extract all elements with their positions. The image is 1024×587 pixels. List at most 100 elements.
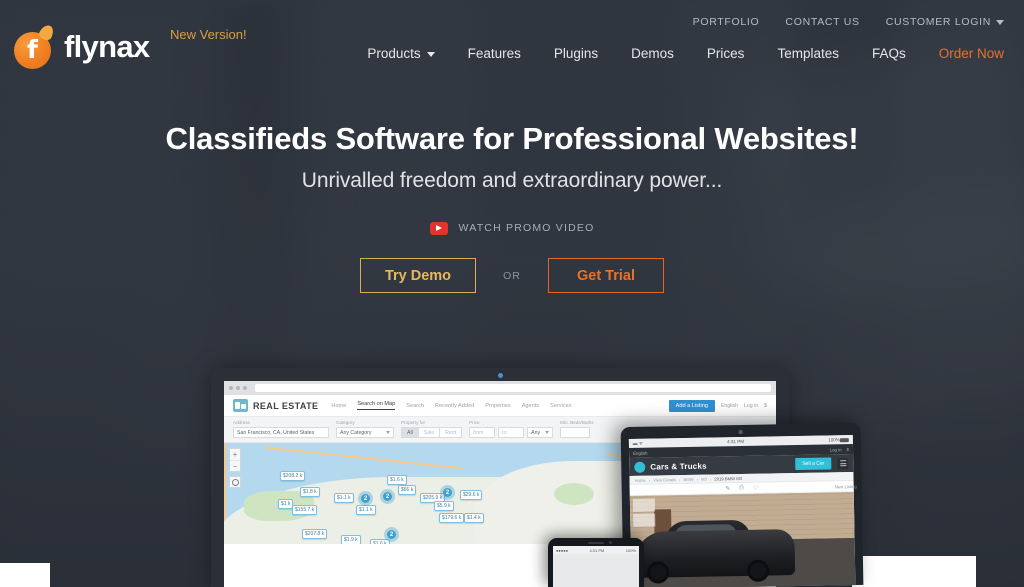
listing-photo[interactable] bbox=[629, 492, 856, 587]
print-icon[interactable]: ⎙ bbox=[738, 484, 745, 491]
category-select[interactable]: Any Category bbox=[336, 427, 394, 438]
logo-wordmark: flynax bbox=[64, 29, 150, 64]
breadcrumb-m3[interactable]: M3 bbox=[701, 476, 707, 481]
page-title: Classifieds Software for Professional We… bbox=[165, 121, 859, 156]
map-cluster-marker[interactable]: 2 bbox=[380, 489, 395, 504]
realestate-logo[interactable]: REAL ESTATE bbox=[233, 399, 318, 412]
login-link[interactable]: Log in bbox=[744, 403, 758, 409]
address-filter: Address San Francisco, CA, United States bbox=[233, 420, 329, 438]
property-for-segmented-control: All Sale Rent bbox=[401, 427, 463, 438]
realestate-nav-properties[interactable]: Properties bbox=[485, 403, 511, 409]
map-price-pin[interactable]: $1.1 k bbox=[356, 505, 376, 515]
top-nav-contact-us[interactable]: CONTACT US bbox=[785, 16, 859, 28]
map-price-pin[interactable]: $1.9 k bbox=[341, 535, 361, 544]
main-navigation: Products Features Plugins Demos Prices T… bbox=[367, 46, 1004, 61]
property-for-label: Property for bbox=[401, 420, 425, 425]
nav-item-features[interactable]: Features bbox=[468, 46, 521, 61]
realestate-nav-search[interactable]: Search bbox=[406, 403, 424, 409]
address-input[interactable]: San Francisco, CA, United States bbox=[233, 427, 329, 438]
cars-language-selector[interactable]: English bbox=[633, 450, 647, 455]
get-trial-button[interactable]: Get Trial bbox=[548, 258, 664, 294]
nav-item-plugins[interactable]: Plugins bbox=[554, 46, 598, 61]
nav-item-demos[interactable]: Demos bbox=[631, 46, 674, 61]
photo-thumbnail[interactable] bbox=[633, 513, 656, 527]
price-unit-select[interactable]: Any bbox=[527, 427, 554, 438]
property-for-option-sale[interactable]: Sale bbox=[417, 427, 441, 438]
map-zoom-in-button[interactable]: + bbox=[230, 449, 240, 460]
realestate-site-header: REAL ESTATE Home Search on Map Search Re… bbox=[224, 395, 776, 417]
realestate-nav-services[interactable]: Services bbox=[550, 403, 571, 409]
map-price-pin[interactable]: $155.7 k bbox=[292, 505, 318, 515]
tablet-carrier-icon: ▬ ᯤ bbox=[632, 440, 644, 446]
logo[interactable]: f flynax bbox=[14, 23, 150, 69]
favorite-heart-icon[interactable]: ♡ bbox=[752, 484, 759, 491]
realestate-nav-recently-added[interactable]: Recently Added bbox=[435, 403, 474, 409]
hamburger-icon[interactable] bbox=[837, 457, 849, 469]
map-cluster-marker[interactable]: 2 bbox=[384, 527, 399, 542]
breadcrumb-current: 2019 BMW M3 bbox=[714, 475, 743, 481]
phone-content bbox=[553, 554, 639, 587]
price-unit-value: Any bbox=[531, 429, 541, 436]
address-filter-label: Address bbox=[233, 420, 250, 425]
beds-filter-label: Min. Beds/Baths bbox=[560, 420, 594, 425]
realestate-nav-search-on-map[interactable]: Search on Map bbox=[357, 401, 396, 410]
breadcrumb-bmw[interactable]: BMW bbox=[683, 476, 693, 481]
map-price-pin[interactable]: $1.1 k bbox=[334, 493, 354, 503]
category-filter-label: Category bbox=[336, 420, 355, 425]
beds-input[interactable] bbox=[560, 427, 591, 438]
top-nav-contact-us-label: CONTACT US bbox=[785, 16, 860, 28]
phone-device: ●●●●● 4:31 PM 100% bbox=[548, 538, 644, 587]
map-price-pin[interactable]: $66 k bbox=[398, 485, 417, 495]
price-from-input[interactable]: from bbox=[469, 427, 496, 438]
chevron-down-icon bbox=[996, 19, 1004, 25]
sell-a-car-button[interactable]: Sell a Car bbox=[795, 457, 832, 471]
map-price-pin[interactable]: $1.6 k bbox=[387, 475, 407, 485]
hero-subtitle: Unrivalled freedom and extraordinary pow… bbox=[301, 168, 723, 192]
language-selector[interactable]: English bbox=[721, 403, 738, 409]
device-showcase: REAL ESTATE Home Search on Map Search Re… bbox=[0, 0, 1024, 587]
map-price-pin[interactable]: $29.6 k bbox=[460, 490, 483, 500]
photo-thumbnail[interactable] bbox=[632, 498, 656, 512]
browser-url-bar[interactable] bbox=[255, 384, 771, 392]
breadcrumb-home[interactable]: Home bbox=[634, 477, 645, 482]
phone-screen: ●●●●● 4:31 PM 100% bbox=[553, 546, 639, 587]
nav-item-order-now[interactable]: Order Now bbox=[939, 46, 1004, 61]
map-zoom-out-button[interactable]: − bbox=[230, 460, 240, 471]
watch-promo-video-link[interactable]: WATCH PROMO VIDEO bbox=[429, 221, 595, 235]
photo-thumbnail-strip[interactable] bbox=[632, 498, 656, 529]
map-price-pin[interactable]: $179.6 k bbox=[439, 513, 465, 523]
realestate-nav-home[interactable]: Home bbox=[331, 403, 346, 409]
map-cluster-marker[interactable]: 2 bbox=[440, 485, 455, 500]
property-for-option-all[interactable]: All bbox=[401, 427, 419, 438]
realestate-nav-agents[interactable]: Agents bbox=[522, 403, 539, 409]
nav-item-prices[interactable]: Prices bbox=[707, 46, 745, 61]
currency-selector[interactable]: $ bbox=[764, 403, 767, 409]
map-price-pin[interactable]: $5.9 k bbox=[434, 501, 454, 511]
map-zoom-control: + − bbox=[229, 448, 241, 472]
top-nav-portfolio[interactable]: PORTFOLIO bbox=[693, 16, 760, 28]
price-to-input[interactable]: to bbox=[498, 427, 525, 438]
top-nav-customer-login[interactable]: CUSTOMER LOGIN bbox=[886, 16, 1004, 28]
map-cluster-marker[interactable]: 2 bbox=[358, 491, 373, 506]
phone-status-bar: ●●●●● 4:31 PM 100% bbox=[553, 546, 639, 554]
try-demo-button[interactable]: Try Demo bbox=[360, 258, 476, 294]
property-for-option-rent[interactable]: Rent bbox=[439, 427, 463, 438]
next-listing-link[interactable]: Next Listing bbox=[835, 483, 857, 488]
nav-item-templates[interactable]: Templates bbox=[777, 46, 839, 61]
map-price-pin[interactable]: $207.8 k bbox=[302, 529, 328, 539]
map-locate-icon[interactable] bbox=[229, 476, 241, 488]
tablet-screen: ▬ ᯤ 4:31 PM 100% English Log in $ Cars &… bbox=[628, 435, 857, 587]
map-price-pin[interactable]: $208.2 k bbox=[280, 471, 306, 481]
add-listing-button[interactable]: Add a Listing bbox=[668, 399, 715, 412]
cars-login-link[interactable]: Log in bbox=[830, 447, 842, 452]
nav-item-products[interactable]: Products bbox=[367, 46, 435, 61]
edit-icon[interactable]: ✎ bbox=[724, 485, 731, 492]
map-price-pin[interactable]: $1.8 k bbox=[300, 487, 320, 497]
nav-item-faqs[interactable]: FAQs bbox=[872, 46, 906, 61]
house-icon bbox=[233, 399, 248, 412]
map-price-pin[interactable]: $1.4 k bbox=[464, 513, 484, 523]
hero-cta-row: Try Demo OR Get Trial bbox=[0, 258, 1024, 294]
cars-currency-selector[interactable]: $ bbox=[847, 447, 850, 452]
tablet-device: ▬ ᯤ 4:31 PM 100% English Log in $ Cars &… bbox=[620, 422, 864, 587]
breadcrumb-view-details[interactable]: View Details bbox=[653, 477, 676, 482]
